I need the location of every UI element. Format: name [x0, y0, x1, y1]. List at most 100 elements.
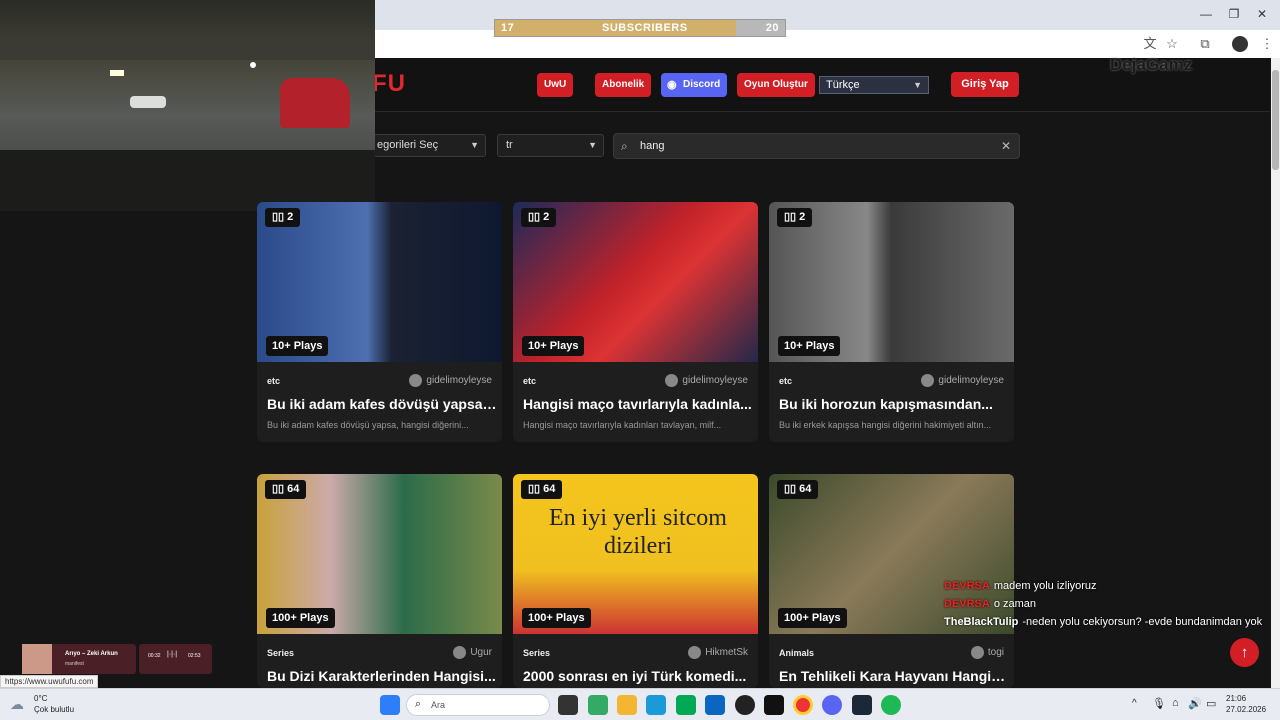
microphone-icon[interactable]: 🎙	[1152, 697, 1166, 710]
login-button[interactable]: Giriş Yap	[951, 72, 1019, 97]
file-explorer-icon[interactable]	[617, 695, 637, 715]
scroll-top-button[interactable]: ↑	[1230, 638, 1259, 667]
language-select[interactable]: Türkçe ▼	[819, 76, 929, 94]
user-avatar-icon	[921, 374, 935, 387]
item-count-badge: ▯▯ 2	[777, 208, 813, 227]
task-view-icon[interactable]	[558, 695, 578, 715]
outlook-icon[interactable]	[705, 695, 725, 715]
card-category[interactable]: Series	[267, 648, 294, 658]
now-playing-widget: Arıyo – Zeki Arkun manifest	[22, 644, 136, 674]
app-icon[interactable]	[588, 695, 608, 715]
site-logo[interactable]: FU	[372, 70, 406, 98]
clear-search-icon[interactable]: ✕	[1001, 139, 1011, 153]
edge-icon[interactable]	[646, 695, 666, 715]
card-category[interactable]: etc	[267, 376, 280, 386]
game-card[interactable]: ▯▯ 2 10+ Plays etc gidelimoyleyse Bu iki ada…	[257, 202, 502, 442]
song-elapsed: 00:32	[148, 653, 161, 659]
game-card[interactable]: ▯▯ 64 100+ Plays Series Ugur Bu Dizi Karakte…	[257, 474, 502, 688]
card-title[interactable]: En Tehlikeli Kara Hayvanı Hangis...	[779, 668, 1009, 684]
chat-message: DEVRSA o zaman	[944, 598, 1037, 610]
card-category[interactable]: etc	[779, 376, 792, 386]
card-title[interactable]: Bu Dizi Karakterlerinden Hangisi...	[267, 668, 497, 684]
thumbnail-caption: En iyi yerli sitcom dizileri	[549, 505, 727, 559]
spotify-icon[interactable]	[881, 695, 901, 715]
user-avatar-icon	[688, 646, 702, 659]
uwu-button[interactable]: UwU	[537, 73, 574, 97]
cards-icon: ▯▯	[784, 211, 800, 223]
music-progress-widget: 00:32 |·|·| 02:53	[139, 644, 212, 674]
browser-menu-icon[interactable]: ⋮	[1258, 35, 1276, 53]
create-game-button[interactable]: Oyun Oluştur	[737, 73, 815, 97]
chrome-icon[interactable]	[793, 695, 813, 715]
chat-message: TheBlackTulip -neden yolu cekiyorsun? -ev…	[944, 616, 1263, 628]
discord-taskbar-icon[interactable]	[822, 695, 842, 715]
chevron-up-icon[interactable]: ^	[1132, 698, 1137, 709]
steam-icon[interactable]	[852, 695, 872, 715]
user-avatar-icon	[453, 646, 467, 659]
plays-badge: 100+ Plays	[522, 608, 591, 628]
car-shape	[280, 78, 350, 128]
close-window-icon[interactable]: ✕	[1252, 6, 1272, 22]
card-category[interactable]: Series	[523, 648, 550, 658]
category-select[interactable]: egorileri Seç ▼	[368, 134, 486, 157]
battery-icon[interactable]: ▭	[1206, 697, 1216, 710]
plays-badge: 100+ Plays	[266, 608, 335, 628]
language-value: Türkçe	[826, 79, 860, 91]
store-icon[interactable]	[676, 695, 696, 715]
extensions-icon[interactable]: ⧉	[1196, 35, 1214, 53]
page-scrollbar[interactable]	[1271, 58, 1280, 688]
capcut-icon[interactable]	[764, 695, 784, 715]
bookmark-star-icon[interactable]: ☆	[1163, 35, 1181, 53]
discord-button[interactable]: ◉ Discord	[661, 73, 728, 97]
card-title[interactable]: 2000 sonrası en iyi Türk komedi...	[523, 668, 753, 684]
user-avatar-icon	[409, 374, 423, 387]
obs-icon[interactable]	[735, 695, 755, 715]
song-artist: manifest	[65, 661, 84, 667]
search-input[interactable]: ⌕ hang ✕	[613, 133, 1020, 159]
cards-icon: ▯▯	[272, 211, 288, 223]
card-author[interactable]: gidelimoyleyse	[409, 374, 492, 387]
card-author[interactable]: togi	[970, 646, 1004, 659]
weather-temp: 0°C	[34, 694, 48, 703]
status-url: https://www.uwufufu.com	[0, 675, 99, 688]
waveform-icon: |·|·|	[167, 651, 178, 658]
user-avatar-icon	[665, 374, 679, 387]
card-category[interactable]: etc	[523, 376, 536, 386]
network-icon[interactable]: ⌂	[1172, 697, 1179, 709]
card-title[interactable]: Bu iki adam kafes dövüşü yapsa,...	[267, 396, 497, 412]
profile-avatar-icon[interactable]	[1232, 36, 1248, 52]
chevron-down-icon: ▼	[470, 140, 479, 150]
album-art	[22, 644, 52, 674]
card-author[interactable]: gidelimoyleyse	[665, 374, 748, 387]
translate-icon[interactable]: 文	[1141, 35, 1159, 53]
card-description: Bu iki erkek kapışsa hangisi diğerini ha…	[779, 420, 992, 430]
scrollbar-thumb[interactable]	[1272, 70, 1279, 170]
item-count-badge: ▯▯ 64	[265, 480, 307, 499]
volume-icon[interactable]: 🔊	[1188, 697, 1202, 710]
arrow-up-icon: ↑	[1240, 644, 1249, 661]
clock-date[interactable]: 27.02.2026	[1226, 705, 1266, 714]
card-author[interactable]: gidelimoyleyse	[921, 374, 1004, 387]
card-author[interactable]: Ugur	[453, 646, 492, 659]
song-title: Arıyo – Zeki Arkun	[65, 651, 118, 657]
game-card[interactable]: ▯▯ 2 10+ Plays etc gidelimoyleyse Hangisi ma…	[513, 202, 758, 442]
search-icon: ⌕	[415, 698, 422, 710]
card-title[interactable]: Bu iki horozun kapışmasından...	[779, 396, 1009, 412]
taskbar-search[interactable]: ⌕ Ara	[406, 694, 550, 716]
locale-select[interactable]: tr ▼	[497, 134, 604, 157]
minimize-icon[interactable]: —	[1196, 6, 1216, 22]
cards-icon: ▯▯	[528, 483, 544, 495]
chevron-down-icon: ▼	[588, 140, 597, 150]
clock-time[interactable]: 21:06	[1226, 694, 1246, 703]
plays-badge: 10+ Plays	[522, 336, 585, 356]
game-card[interactable]: En iyi yerli sitcom dizileri ▯▯ 64 100+ Pl…	[513, 474, 758, 688]
restore-icon[interactable]: ❐	[1224, 6, 1244, 22]
game-card[interactable]: ▯▯ 2 10+ Plays etc gidelimoyleyse Bu iki hor…	[769, 202, 1014, 442]
card-title[interactable]: Hangisi maço tavırlarıyla kadınla...	[523, 396, 753, 412]
start-icon[interactable]	[380, 695, 400, 715]
card-category[interactable]: Animals	[779, 648, 814, 658]
card-author[interactable]: HikmetSk	[688, 646, 748, 659]
song-total: 02:53	[188, 653, 201, 659]
subscription-button[interactable]: Abonelik	[595, 73, 652, 97]
taskbar-search-placeholder: Ara	[431, 700, 446, 710]
